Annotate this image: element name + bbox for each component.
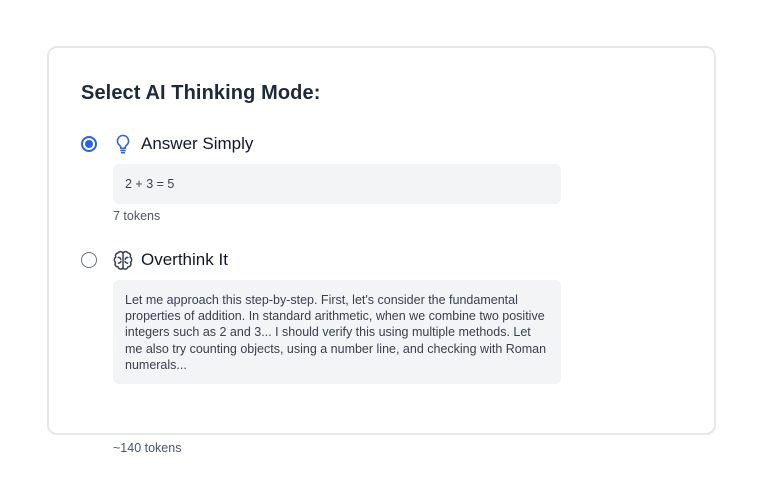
response-box-simple: 2 + 3 = 5 bbox=[113, 164, 561, 204]
option-label-overthink-it[interactable]: Overthink It bbox=[141, 249, 228, 271]
token-count-simple: 7 tokens bbox=[113, 209, 161, 223]
radio-overthink-it[interactable] bbox=[81, 252, 97, 268]
radio-answer-simply[interactable] bbox=[81, 136, 97, 152]
token-count-overthink: ~140 tokens bbox=[113, 441, 182, 455]
brain-icon bbox=[113, 249, 133, 271]
thinking-mode-card: Select AI Thinking Mode: Answer Simply 2… bbox=[47, 46, 716, 455]
response-box-overthink: Let me approach this step-by-step. First… bbox=[113, 280, 561, 384]
page-title: Select AI Thinking Mode: bbox=[81, 82, 321, 104]
lightbulb-icon bbox=[113, 133, 133, 155]
option-label-answer-simply[interactable]: Answer Simply bbox=[141, 133, 253, 155]
